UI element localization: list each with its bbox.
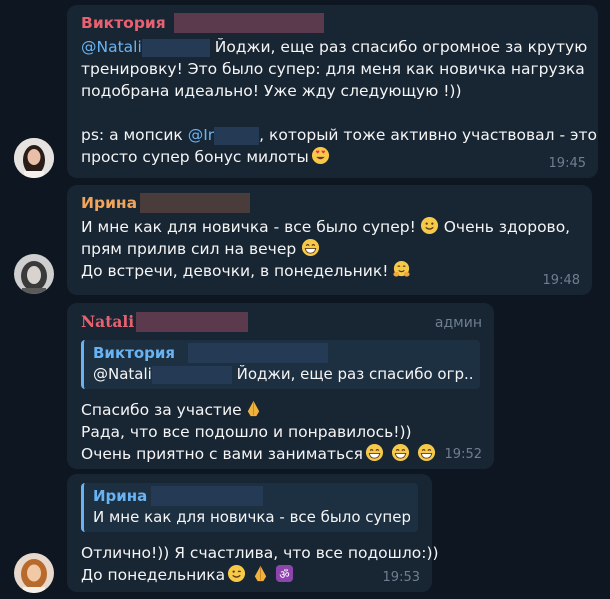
message-bubble[interactable]: Natali админ Виктория @Natali Йоджи, еще… <box>67 303 494 469</box>
message-text: прям прилив сил на вечер <box>81 240 297 258</box>
message-time: 19:45 <box>548 156 586 171</box>
quote-text-content: Йоджи, еще раз спасибо огр... <box>236 365 472 383</box>
message-text: До понедельника <box>81 566 226 584</box>
quote-sender-text: Виктория <box>93 344 176 362</box>
avatar-irina[interactable] <box>14 254 54 294</box>
message-line: ps: а мопсик @Ir , который тоже активно у… <box>81 124 597 146</box>
message-time: 19:48 <box>542 273 580 288</box>
redacted-block <box>151 486 264 506</box>
sender-name-text: Natali <box>81 312 135 331</box>
message-time: 19:53 <box>382 570 420 585</box>
avatar-photo-icon <box>14 138 54 178</box>
message-text: Спасибо за участие <box>81 401 242 419</box>
om-emoji-icon: ॐ <box>276 564 294 583</box>
message-line: Спасибо за участие <box>81 399 480 421</box>
quote-sender: Ирина <box>93 486 410 506</box>
wink-emoji-icon <box>228 564 246 583</box>
redacted-block <box>141 38 210 57</box>
quote-sender-text: Ирина <box>93 487 148 505</box>
hug-emoji-icon <box>393 260 410 277</box>
avatar-viktoriya[interactable] <box>14 138 54 178</box>
message-line: До понедельника ॐ <box>81 564 418 586</box>
grin-emoji-icon <box>365 443 384 462</box>
message-line: Рада, что все подошло и понравилось!)) <box>81 423 412 441</box>
message-text: ps: а мопсик <box>81 126 188 144</box>
sender-name-text: Виктория <box>81 14 166 32</box>
quote-sender: Виктория <box>93 343 472 363</box>
message-text: , который тоже активно участвовал - это <box>259 126 598 144</box>
message-text: Очень здорово, <box>438 218 571 236</box>
message-line: просто супер бонус милоты <box>81 146 584 168</box>
redacted-block <box>140 193 251 213</box>
message-bubble[interactable]: Ирина И мне как для новичка - все было с… <box>67 474 439 592</box>
quote-text: И мне как для новичка - все было супер..… <box>93 508 410 526</box>
message-time: 19:52 <box>444 447 482 462</box>
reply-quote[interactable]: Виктория @Natali Йоджи, еще раз спасибо … <box>81 340 480 389</box>
mention-link[interactable]: @Natali <box>81 38 142 56</box>
admin-badge: админ <box>434 315 482 331</box>
message-line: прям прилив сил на вечер <box>81 238 578 260</box>
redacted-block <box>173 13 324 33</box>
message-text: просто супер бонус милоты <box>81 148 309 166</box>
avatar-photo-icon <box>14 254 54 294</box>
sender-name[interactable]: Ирина <box>81 193 578 213</box>
grin-emoji-icon <box>417 443 436 462</box>
quote-text: @Natali Йоджи, еще раз спасибо огр... <box>93 363 472 385</box>
quote-mention: @Natali <box>93 365 152 383</box>
message-line: тренировку! Это было супер: для меня как… <box>81 60 585 78</box>
sender-name[interactable]: Natali <box>81 312 480 332</box>
message-text: Йоджи, еще раз спасибо огромное за круту… <box>209 38 588 56</box>
avatar-natali[interactable] <box>14 553 54 593</box>
message-line: подобрана идеально! Уже жду следующую !)… <box>81 82 462 100</box>
avatar-photo-icon <box>14 553 54 593</box>
message-text: Очень приятно с вами заниматься <box>81 445 363 463</box>
message-line: Очень приятно с вами заниматься <box>81 443 480 465</box>
pray-emoji-icon <box>254 565 267 582</box>
message-text: И мне как для новичка - все было супер! <box>81 218 416 236</box>
reply-quote[interactable]: Ирина И мне как для новичка - все было с… <box>81 483 418 532</box>
message-line: До встречи, девочки, в понедельник! <box>81 260 578 282</box>
redacted-block <box>188 343 329 363</box>
pray-emoji-icon <box>247 400 259 417</box>
svg-text:ॐ: ॐ <box>279 567 289 581</box>
mention-link[interactable]: @Ir <box>188 126 214 144</box>
slight-smile-emoji-icon <box>420 216 438 235</box>
message-bubble[interactable]: Ирина И мне как для новичка - все было с… <box>67 185 592 295</box>
sender-name[interactable]: Виктория <box>81 13 584 33</box>
message-line: @Natali Йоджи, еще раз спасибо огромное … <box>81 36 588 58</box>
grin-emoji-icon <box>391 443 410 462</box>
redacted-block <box>214 126 260 145</box>
chat-area: Виктория @Natali Йоджи, еще раз спасибо … <box>0 0 610 599</box>
grin-emoji-icon <box>302 238 320 257</box>
redacted-block <box>136 312 249 332</box>
message-bubble[interactable]: Виктория @Natali Йоджи, еще раз спасибо … <box>67 5 598 178</box>
message-line: Отлично!)) Я счастлива, что все подошло:… <box>81 544 439 562</box>
heart-eyes-emoji-icon <box>311 146 329 165</box>
message-line: И мне как для новичка - все было супер! … <box>81 216 578 238</box>
message-text: До встречи, девочки, в понедельник! <box>81 262 389 280</box>
redacted-block <box>151 365 232 384</box>
sender-name-text: Ирина <box>81 194 138 212</box>
empty-line <box>81 102 584 124</box>
